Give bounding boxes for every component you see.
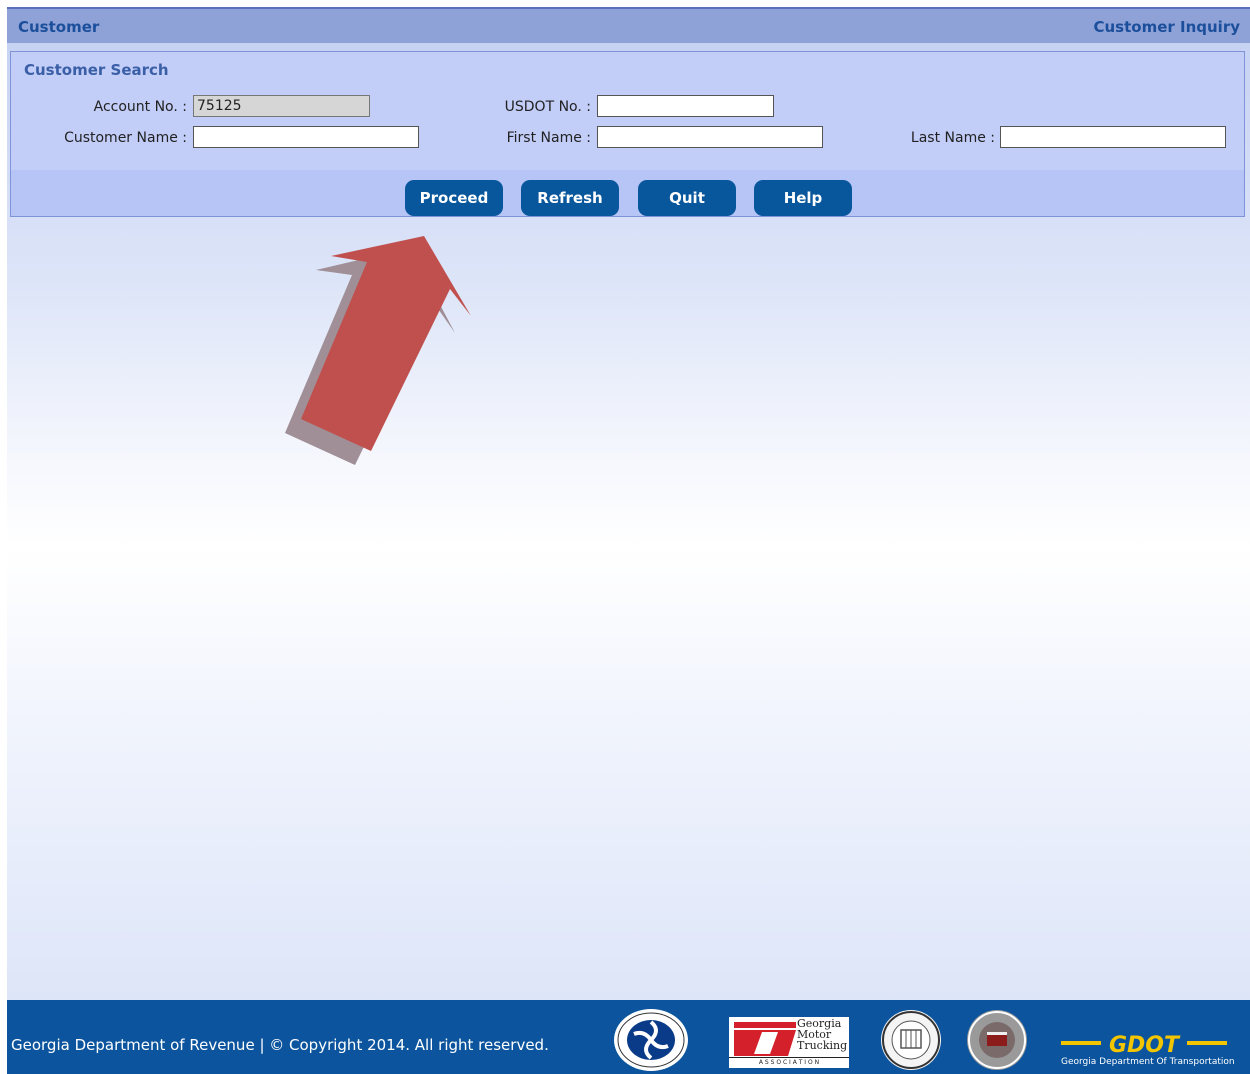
first-name-label: First Name : xyxy=(506,130,591,146)
page-title: Customer Inquiry xyxy=(1093,18,1240,36)
quit-button[interactable]: Quit xyxy=(638,180,736,216)
first-name-field[interactable] xyxy=(597,126,823,148)
account-no-field[interactable] xyxy=(193,95,370,117)
usdot-no-label: USDOT No. : xyxy=(504,99,591,115)
last-name-field[interactable] xyxy=(1000,126,1226,148)
title-bar: Customer Customer Inquiry xyxy=(7,7,1250,43)
gdot-caption: Georgia Department Of Transportation xyxy=(1061,1057,1235,1067)
customer-search-title: Customer Search xyxy=(24,61,169,79)
usdot-no-field[interactable] xyxy=(597,95,774,117)
proceed-button[interactable]: Proceed xyxy=(405,180,503,216)
state-of-georgia-seal-icon xyxy=(967,1010,1027,1070)
last-name-label: Last Name : xyxy=(910,130,995,146)
footer: Georgia Department of Revenue | © Copyri… xyxy=(7,1000,1250,1074)
refresh-button[interactable]: Refresh xyxy=(521,180,619,216)
account-no-label: Account No. : xyxy=(93,99,187,115)
customer-name-field[interactable] xyxy=(193,126,419,148)
usdot-seal-icon xyxy=(614,1009,688,1071)
gmta-mark-icon xyxy=(734,1022,796,1056)
gmta-line3: Trucking xyxy=(797,1039,848,1052)
help-button[interactable]: Help xyxy=(754,180,852,216)
page-body: Customer Customer Inquiry Customer Searc… xyxy=(7,7,1250,1000)
gmta-line4: A S S O C I A T I O N xyxy=(729,1057,849,1068)
module-title: Customer xyxy=(18,18,100,36)
gdot-mark-text: GDOT xyxy=(1109,1033,1181,1056)
gdot-logo: GDOT Georgia Department Of Transportatio… xyxy=(1059,1032,1239,1072)
footer-copyright: Georgia Department of Revenue | © Copyri… xyxy=(11,1036,549,1054)
gmta-logo: Georgia Motor Trucking A S S O C I A T I… xyxy=(729,1017,849,1068)
customer-search-panel: Customer Search Account No. : USDOT No. … xyxy=(10,51,1245,217)
department-seal-icon xyxy=(881,1010,941,1070)
gdot-mark-icon: GDOT xyxy=(1061,1033,1227,1058)
customer-name-label: Customer Name : xyxy=(64,130,187,146)
button-bar: Proceed Refresh Quit Help xyxy=(11,170,1244,216)
